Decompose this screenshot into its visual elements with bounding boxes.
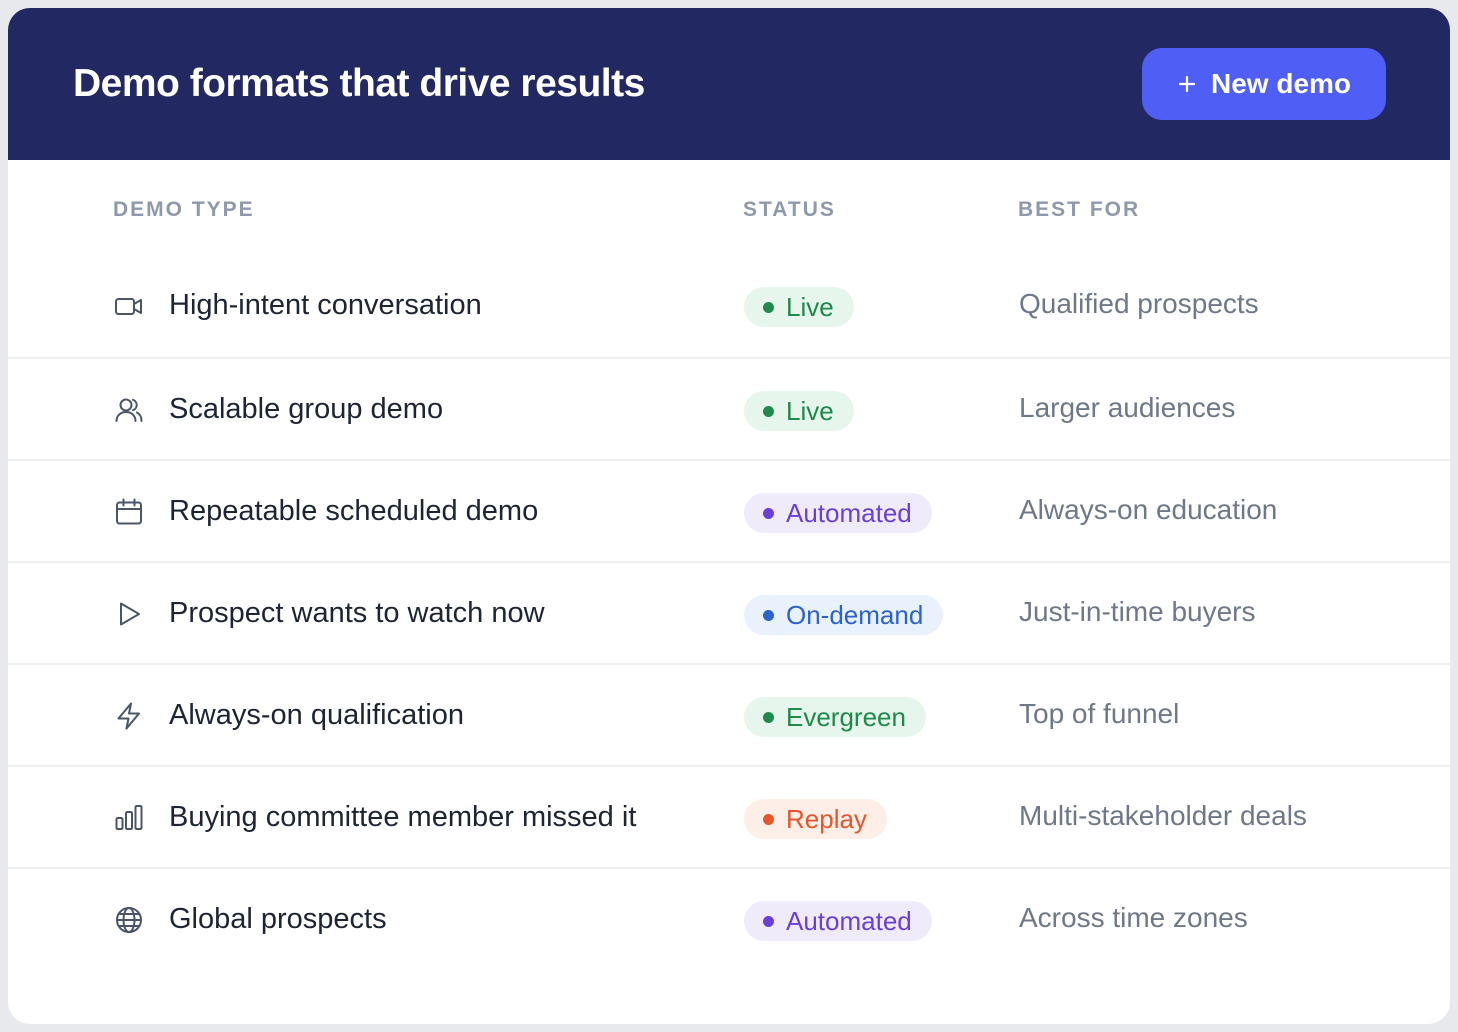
best-for-label: Always-on education [1019,494,1278,525]
table-row[interactable]: High-intent conversation Live Qualified … [8,255,1450,357]
best-for-label: Just-in-time buyers [1019,596,1256,627]
table-row[interactable]: Repeatable scheduled demo Automated Alwa… [8,459,1450,561]
status-dot [763,711,774,723]
new-demo-label: New demo [1210,68,1352,99]
column-header-demo-type: DEMO TYPE [113,198,255,221]
globe-icon [114,905,144,935]
table-row[interactable]: Scalable group demo Live Larger audience… [8,357,1450,459]
video-icon [114,291,144,321]
status-badge: Live [744,391,854,431]
status-badge: Live [744,287,854,327]
status-label: On-demand [786,600,924,630]
table-row[interactable]: Prospect wants to watch now On-demand Ju… [8,561,1450,663]
status-badge: Evergreen [744,697,926,737]
status-label: Automated [786,498,912,528]
new-demo-button[interactable]: New demo [1142,48,1386,120]
table-row[interactable]: Global prospects Automated Across time z… [8,867,1450,969]
status-badge: Automated [744,901,932,941]
calendar-icon [114,497,144,527]
demo-type-label: Repeatable scheduled demo [169,495,539,527]
column-header-status: STATUS [743,198,836,221]
lightning-icon [114,701,144,731]
demo-type-label: Global prospects [169,903,387,935]
best-for-label: Multi-stakeholder deals [1019,800,1307,831]
status-dot [763,813,774,825]
status-label: Automated [786,906,912,936]
status-dot [763,609,774,621]
status-dot [763,915,774,927]
status-label: Replay [786,804,867,834]
status-badge: On-demand [744,595,944,635]
bar-chart-icon [114,803,144,833]
status-badge: Replay [744,799,887,839]
demo-type-label: Prospect wants to watch now [169,597,545,629]
card-header: Demo formats that drive results New demo [8,8,1450,160]
demo-type-label: High-intent conversation [169,289,482,321]
best-for-label: Qualified prospects [1019,288,1259,319]
demo-table: High-intent conversation Live Qualified … [8,255,1450,969]
best-for-label: Across time zones [1019,902,1248,933]
status-dot [763,301,774,313]
play-icon [114,599,144,629]
plus-icon [1177,74,1197,94]
demo-type-label: Always-on qualification [169,699,464,731]
column-header-best-for: BEST FOR [1018,198,1141,221]
status-dot [763,405,774,417]
demo-type-label: Buying committee member missed it [169,801,637,833]
best-for-label: Top of funnel [1019,698,1180,729]
status-label: Evergreen [786,702,906,732]
status-dot [763,507,774,519]
status-badge: Automated [744,493,932,533]
demo-type-label: Scalable group demo [169,393,444,425]
demo-formats-card: Demo formats that drive results New demo… [8,8,1450,1024]
status-label: Live [786,396,834,426]
users-icon [114,395,144,425]
best-for-label: Larger audiences [1019,392,1236,423]
page-title: Demo formats that drive results [73,62,645,105]
table-row[interactable]: Buying committee member missed it Replay… [8,765,1450,867]
table-row[interactable]: Always-on qualification Evergreen Top of… [8,663,1450,765]
status-label: Live [786,292,834,322]
